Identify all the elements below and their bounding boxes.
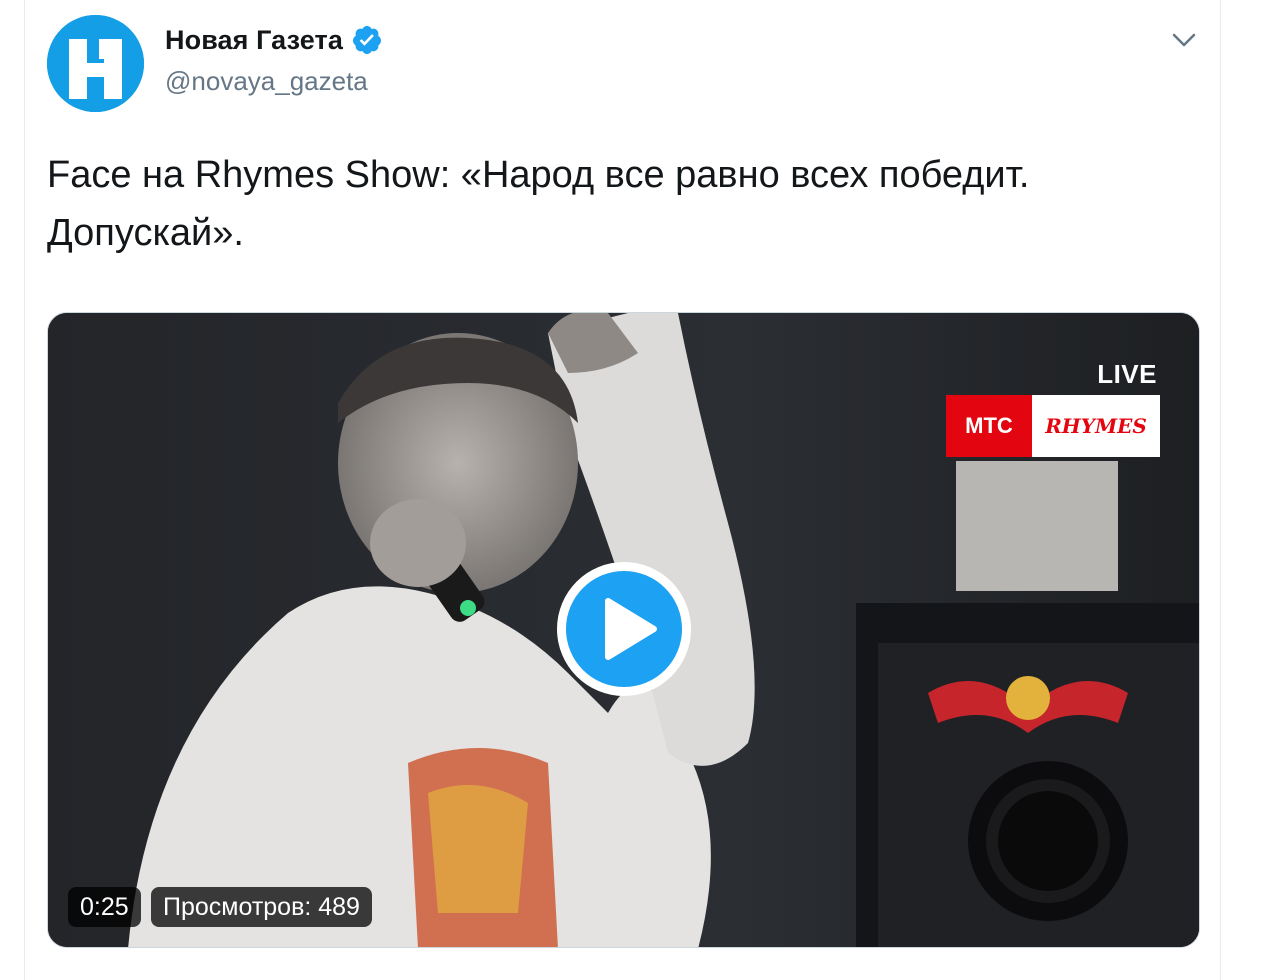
sponsor-logo: МТС RHYMES (946, 395, 1160, 457)
avatar[interactable] (47, 15, 144, 112)
sponsor-rhymes-label: RHYMES (1032, 395, 1160, 457)
video-duration: 0:25 (68, 887, 141, 927)
tweet-text: Face на Rhymes Show: «Народ все равно вс… (47, 154, 1030, 254)
display-name[interactable]: Новая Газета (165, 25, 343, 56)
author-name-row: Новая Газета (165, 24, 383, 56)
video-view-count: Просмотров: 489 (151, 887, 372, 927)
novaya-gazeta-logo-icon (47, 15, 144, 112)
verified-badge-icon (351, 24, 383, 56)
play-icon (566, 571, 682, 687)
live-label: LIVE (1097, 359, 1157, 389)
chevron-down-icon[interactable] (1169, 28, 1199, 52)
user-handle[interactable]: @novaya_gazeta (165, 66, 368, 97)
video-player[interactable]: LIVE МТС RHYMES 0:25 Просмотров: 489 (47, 312, 1200, 948)
tweet-card[interactable]: Новая Газета @novaya_gazeta Face на Rhym… (24, 0, 1221, 980)
sponsor-mts-label: МТС (946, 395, 1032, 457)
play-button[interactable] (557, 562, 691, 696)
